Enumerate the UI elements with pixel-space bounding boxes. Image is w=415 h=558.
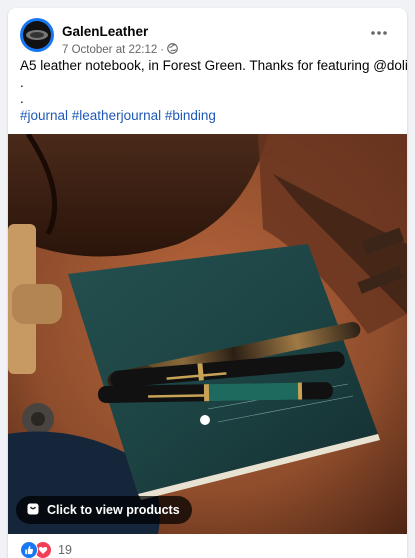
author-name[interactable]: GalenLeather bbox=[62, 24, 148, 39]
post-header: GalenLeather 7 October at 22:12 · bbox=[20, 18, 395, 58]
more-options-button[interactable] bbox=[365, 22, 393, 44]
reactions-bar[interactable]: 19 bbox=[20, 541, 72, 558]
shopping-bag-icon bbox=[26, 502, 40, 519]
photo-illustration bbox=[8, 134, 407, 534]
globe-icon bbox=[167, 43, 178, 57]
post-text: A5 leather notebook, in Forest Green. Th… bbox=[20, 58, 407, 125]
post-card: GalenLeather 7 October at 22:12 · A5 lea… bbox=[8, 8, 407, 558]
post-photo[interactable]: Click to view products bbox=[8, 134, 407, 534]
meta-separator: · bbox=[160, 44, 165, 56]
like-icon bbox=[20, 541, 38, 558]
avatar[interactable] bbox=[20, 18, 54, 52]
reaction-count[interactable]: 19 bbox=[58, 543, 72, 557]
hashtag-links[interactable]: #journal #leatherjournal #binding bbox=[20, 108, 395, 125]
ellipsis-icon bbox=[371, 31, 387, 35]
post-text-line: . bbox=[20, 91, 24, 106]
view-products-label: Click to view products bbox=[47, 503, 180, 517]
post-text-line: . bbox=[20, 74, 24, 90]
avatar-logo bbox=[23, 21, 51, 49]
post-meta: 7 October at 22:12 · bbox=[62, 43, 178, 57]
post-timestamp[interactable]: 7 October at 22:12 bbox=[62, 44, 157, 56]
post-text-line: A5 leather notebook, in Forest Green. Th… bbox=[20, 58, 407, 73]
view-products-button[interactable]: Click to view products bbox=[16, 496, 192, 524]
